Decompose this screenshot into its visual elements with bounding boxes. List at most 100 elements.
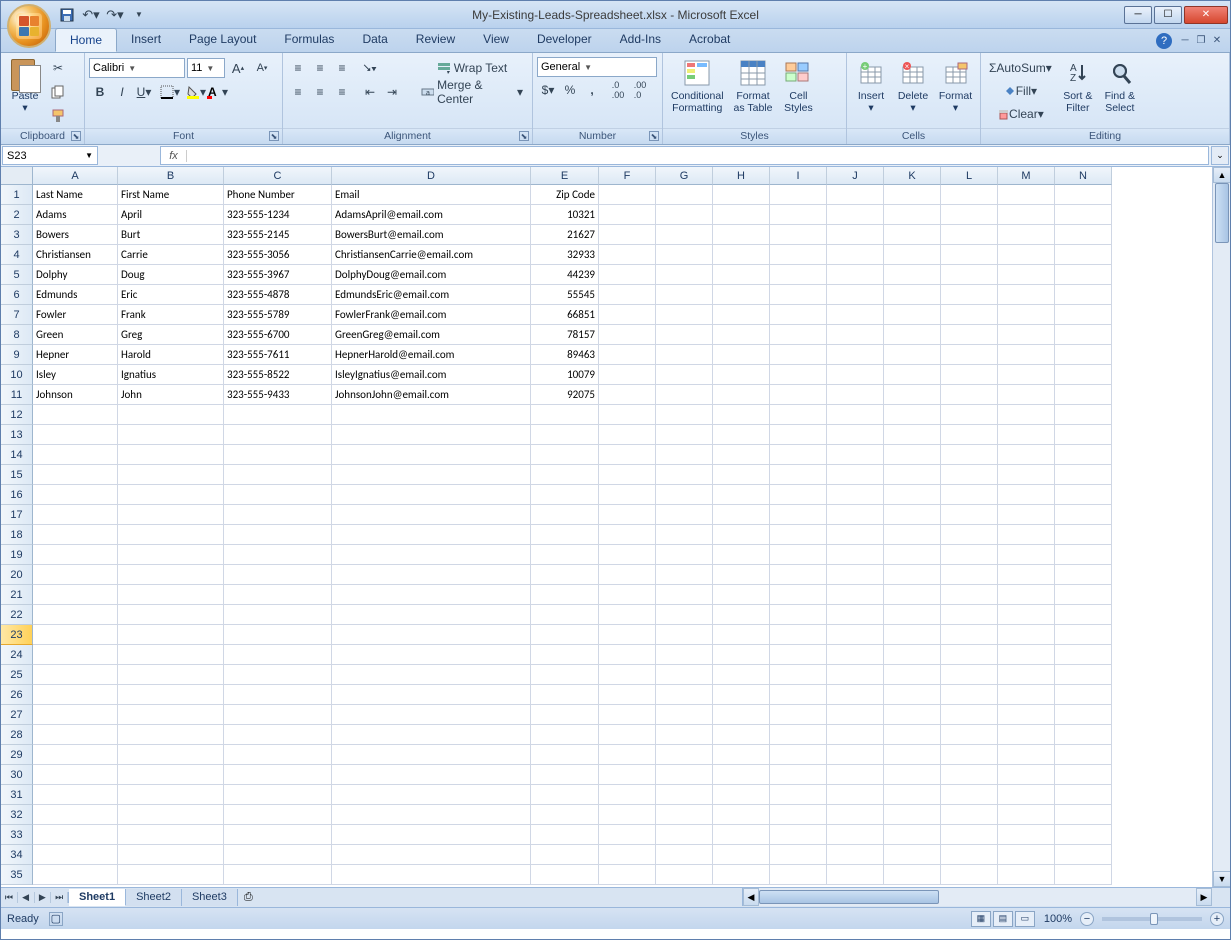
cell[interactable] [531, 485, 599, 505]
cell[interactable]: Isley [33, 365, 118, 385]
cell[interactable] [656, 785, 713, 805]
cell[interactable] [770, 865, 827, 885]
cell[interactable]: 10321 [531, 205, 599, 225]
percent-format-icon[interactable]: % [559, 79, 581, 101]
cell[interactable] [827, 605, 884, 625]
cell[interactable]: 21627 [531, 225, 599, 245]
cell[interactable] [1055, 325, 1112, 345]
cell[interactable] [332, 685, 531, 705]
cell[interactable] [827, 245, 884, 265]
cell[interactable] [224, 405, 332, 425]
cell[interactable] [884, 705, 941, 725]
insert-cells-button[interactable]: +Insert▾ [851, 55, 891, 116]
cell[interactable] [1055, 225, 1112, 245]
clear-button[interactable]: Clear ▾ [985, 103, 1056, 125]
cell[interactable] [884, 585, 941, 605]
cell[interactable] [884, 625, 941, 645]
cell[interactable] [941, 525, 998, 545]
format-painter-icon[interactable] [47, 105, 69, 127]
cell[interactable] [770, 505, 827, 525]
cell[interactable] [770, 565, 827, 585]
row-header[interactable]: 7 [1, 305, 33, 325]
cell[interactable] [827, 625, 884, 645]
cell[interactable] [332, 825, 531, 845]
col-header-M[interactable]: M [998, 167, 1055, 185]
cell[interactable] [118, 705, 224, 725]
cell[interactable] [884, 605, 941, 625]
formula-input[interactable]: fx [160, 146, 1209, 165]
cell[interactable] [770, 705, 827, 725]
cell[interactable] [941, 285, 998, 305]
cell[interactable] [713, 325, 770, 345]
cell[interactable] [118, 425, 224, 445]
col-header-N[interactable]: N [1055, 167, 1112, 185]
cell[interactable] [332, 705, 531, 725]
cell[interactable] [884, 305, 941, 325]
cell[interactable] [224, 805, 332, 825]
cell[interactable] [531, 585, 599, 605]
scroll-left-icon[interactable]: ◀ [743, 888, 759, 906]
cell[interactable] [770, 285, 827, 305]
cell[interactable] [941, 565, 998, 585]
cell[interactable] [1055, 425, 1112, 445]
cell[interactable] [884, 245, 941, 265]
cell[interactable]: Greg [118, 325, 224, 345]
cell[interactable] [531, 525, 599, 545]
cell[interactable]: BowersBurt@email.com [332, 225, 531, 245]
cell[interactable]: Phone Number [224, 185, 332, 205]
help-icon[interactable]: ? [1156, 33, 1172, 49]
cell[interactable] [770, 245, 827, 265]
cell[interactable] [599, 565, 656, 585]
col-header-D[interactable]: D [332, 167, 531, 185]
cell[interactable] [827, 225, 884, 245]
cell[interactable] [656, 585, 713, 605]
cell[interactable] [1055, 665, 1112, 685]
cell[interactable] [998, 505, 1055, 525]
cell[interactable] [224, 485, 332, 505]
cell[interactable] [713, 625, 770, 645]
paste-button[interactable]: Paste▾ [5, 55, 45, 116]
row-header[interactable]: 4 [1, 245, 33, 265]
cell[interactable] [884, 805, 941, 825]
cell[interactable] [332, 565, 531, 585]
worksheet-grid[interactable]: ABCDEFGHIJKLMN 1234567891011121314151617… [1, 167, 1230, 887]
cell[interactable] [332, 765, 531, 785]
cell[interactable] [998, 465, 1055, 485]
cell[interactable] [1055, 265, 1112, 285]
cell[interactable] [531, 685, 599, 705]
cell[interactable] [827, 185, 884, 205]
cell[interactable] [33, 845, 118, 865]
row-header[interactable]: 11 [1, 385, 33, 405]
row-header[interactable]: 5 [1, 265, 33, 285]
scroll-right-icon[interactable]: ▶ [1196, 888, 1212, 906]
tab-developer[interactable]: Developer [523, 28, 606, 52]
cell[interactable] [827, 425, 884, 445]
cell[interactable] [998, 425, 1055, 445]
cell[interactable] [827, 525, 884, 545]
cell[interactable] [1055, 345, 1112, 365]
cell[interactable] [827, 865, 884, 885]
select-all-corner[interactable] [1, 167, 33, 185]
cell[interactable] [941, 605, 998, 625]
cell[interactable] [33, 505, 118, 525]
cell[interactable]: Doug [118, 265, 224, 285]
row-header[interactable]: 16 [1, 485, 33, 505]
cell[interactable] [998, 765, 1055, 785]
cell[interactable] [332, 525, 531, 545]
cell[interactable]: Christiansen [33, 245, 118, 265]
cell[interactable] [599, 625, 656, 645]
cell[interactable] [531, 705, 599, 725]
cell[interactable] [656, 305, 713, 325]
cell[interactable] [998, 365, 1055, 385]
cell[interactable] [656, 845, 713, 865]
shrink-font-icon[interactable]: A▾ [251, 57, 273, 79]
cell[interactable]: Bowers [33, 225, 118, 245]
cell[interactable] [1055, 585, 1112, 605]
cell[interactable] [599, 345, 656, 365]
row-header[interactable]: 8 [1, 325, 33, 345]
cell[interactable] [941, 745, 998, 765]
tab-review[interactable]: Review [402, 28, 469, 52]
cell[interactable] [713, 345, 770, 365]
cell[interactable] [998, 625, 1055, 645]
cell[interactable] [118, 405, 224, 425]
